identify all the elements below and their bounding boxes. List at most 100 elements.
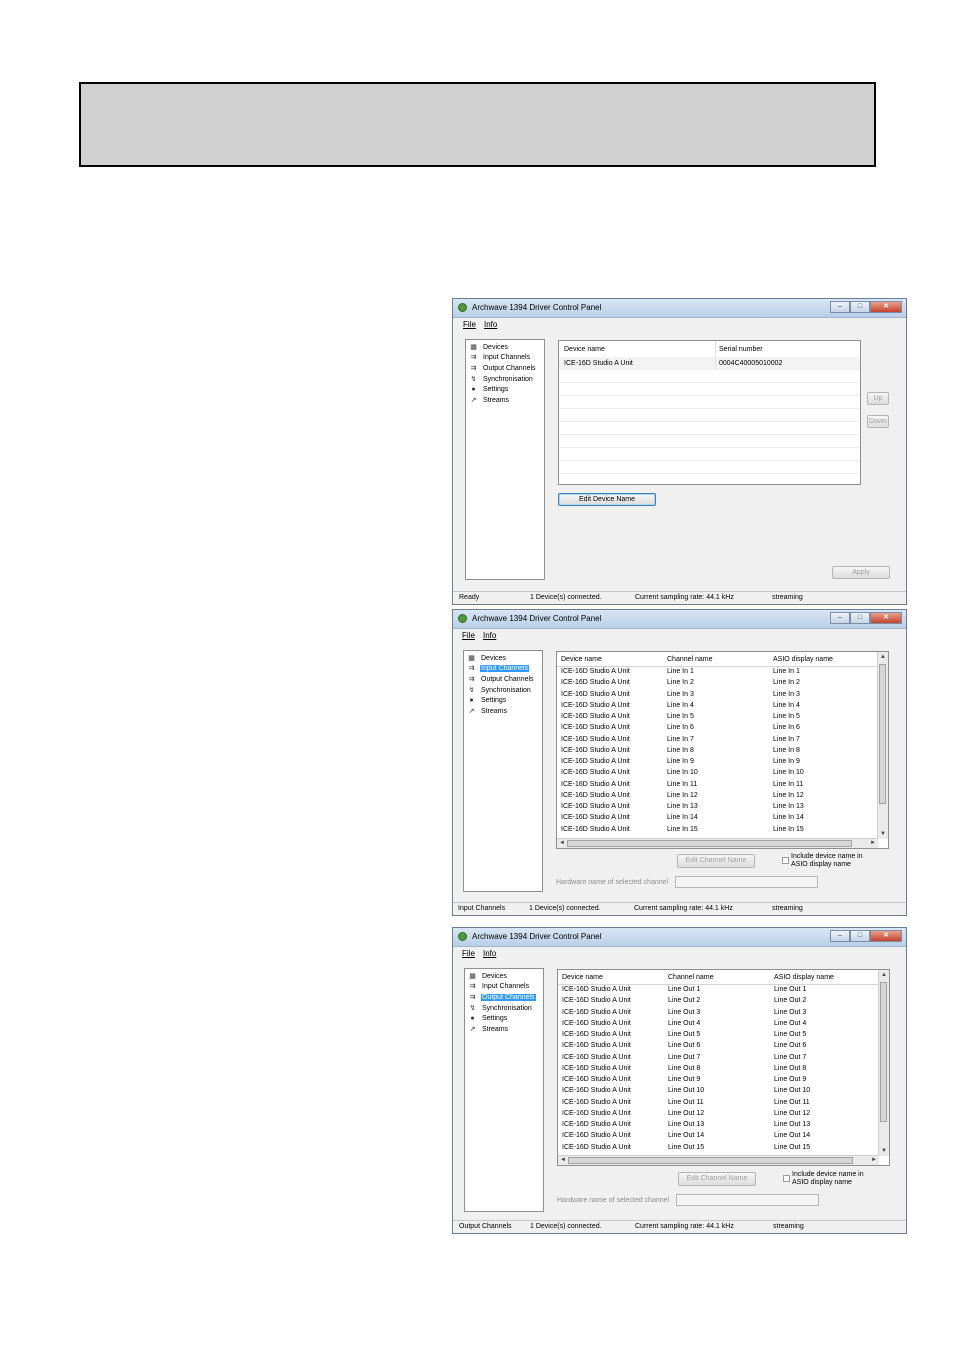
table-row[interactable]: ICE-16D Studio A Unit Line In 14 Line In 1… (557, 813, 879, 824)
table-row[interactable]: ICE-16D Studio A Unit Line Out 12 Line Out… (558, 1109, 880, 1120)
scroll-down-icon[interactable]: ▼ (880, 830, 886, 838)
column-header[interactable]: Device name (562, 974, 603, 981)
scrollbar-thumb[interactable] (880, 982, 887, 1122)
table-row[interactable]: ICE-16D Studio A Unit Line In 7 Line In 7 (557, 735, 879, 746)
table-row[interactable]: ICE-16D Studio A Unit Line In 12 Line In 1… (557, 791, 879, 802)
table-row[interactable]: ICE-16D Studio A Unit Line In 5 Line In 5 (557, 712, 879, 723)
tree-item-synchronisation[interactable]: ↯ Synchronisation (468, 374, 534, 384)
menu-info[interactable]: Info (483, 949, 496, 958)
tree-item-input-channels[interactable]: ⇉ Input Channels (466, 664, 530, 674)
column-header[interactable]: Channel name (668, 974, 714, 981)
menu-file[interactable]: File (463, 320, 476, 329)
hardware-name-field[interactable] (676, 1194, 819, 1206)
hardware-name-field[interactable] (675, 876, 818, 888)
table-row[interactable]: ICE-16D Studio A Unit Line Out 5 Line Out … (558, 1030, 880, 1041)
table-row[interactable]: ICE-16D Studio A Unit Line Out 13 Line Out… (558, 1120, 880, 1131)
horizontal-scrollbar[interactable]: ◄ ► (558, 1155, 879, 1165)
minimize-button[interactable]: ‒ (830, 301, 850, 313)
table-row[interactable]: ICE-16D Studio A Unit Line In 3 Line In 3 (557, 690, 879, 701)
column-header[interactable]: Serial number (719, 346, 763, 353)
table-row[interactable]: ICE-16D Studio A Unit Line Out 7 Line Out … (558, 1053, 880, 1064)
scrollbar-thumb[interactable] (568, 1157, 853, 1164)
table-row[interactable]: ICE-16D Studio A Unit Line In 10 Line In 1… (557, 768, 879, 779)
maximize-button[interactable]: □ (850, 612, 870, 624)
column-header[interactable]: ASIO display name (774, 974, 834, 981)
scroll-up-icon[interactable]: ▲ (881, 971, 887, 979)
tree-item-input-channels[interactable]: ⇉ Input Channels (468, 353, 531, 363)
vertical-scrollbar[interactable]: ▲ ▼ (878, 970, 889, 1156)
tree-item-output-channels[interactable]: ⇉ Output Channels (468, 363, 537, 373)
edit-channel-name-button[interactable]: Edit Channel Name (678, 1172, 756, 1186)
column-header[interactable]: Device name (564, 346, 605, 353)
close-button[interactable]: ✕ (870, 301, 902, 313)
apply-button[interactable]: Apply (832, 566, 890, 579)
table-row[interactable]: ICE-16D Studio A Unit Line Out 2 Line Out … (558, 996, 880, 1007)
table-row[interactable]: ICE-16D Studio A Unit Line In 6 Line In 6 (557, 723, 879, 734)
edit-channel-name-button[interactable]: Edit Channel Name (677, 854, 755, 868)
table-row[interactable]: ICE-16D Studio A Unit Line Out 10 Line Out… (558, 1086, 880, 1097)
include-device-name-checkbox[interactable] (783, 1175, 790, 1182)
tree-item-streams[interactable]: ↗ Streams (466, 707, 508, 717)
up-button[interactable]: Up (867, 392, 889, 405)
table-row[interactable]: ICE-16D Studio A Unit Line Out 15 Line Out… (558, 1143, 880, 1154)
tree-item-synchronisation[interactable]: ↯ Synchronisation (466, 685, 532, 695)
column-header[interactable]: ASIO display name (773, 656, 833, 663)
tree-item-devices[interactable]: ▦ Devices (467, 971, 508, 981)
table-row[interactable]: ICE-16D Studio A Unit Line Out 9 Line Out … (558, 1075, 880, 1086)
maximize-button[interactable]: □ (850, 930, 870, 942)
column-header[interactable]: Device name (561, 656, 602, 663)
table-row[interactable]: ICE-16D Studio A Unit Line In 4 Line In 4 (557, 701, 879, 712)
tree-item-synchronisation[interactable]: ↯ Synchronisation (467, 1003, 533, 1013)
table-row[interactable]: ICE-16D Studio A Unit Line In 11 Line In 1… (557, 780, 879, 791)
table-row[interactable]: ICE-16D Studio A Unit Line In 9 Line In 9 (557, 757, 879, 768)
table-row[interactable]: ICE-16D Studio A Unit Line In 2 Line In 2 (557, 678, 879, 689)
scroll-right-icon[interactable]: ► (870, 839, 876, 847)
tree-item-output-channels[interactable]: ⇉ Output Channels (467, 992, 536, 1002)
scroll-down-icon[interactable]: ▼ (881, 1147, 887, 1155)
table-row[interactable]: ICE-16D Studio A Unit Line In 1 Line In 1 (557, 667, 879, 678)
tree-item-output-channels[interactable]: ⇉ Output Channels (466, 674, 535, 684)
scroll-left-icon[interactable]: ◄ (560, 1156, 566, 1164)
tree-item-streams[interactable]: ↗ Streams (468, 396, 510, 406)
scroll-right-icon[interactable]: ► (871, 1156, 877, 1164)
table-row[interactable]: ICE-16D Studio A Unit Line Out 4 Line Out … (558, 1019, 880, 1030)
app-icon (458, 303, 467, 312)
close-button[interactable]: ✕ (870, 612, 902, 624)
edit-device-name-button[interactable]: Edit Device Name (558, 493, 656, 506)
menu-file[interactable]: File (462, 631, 475, 640)
table-row[interactable]: ICE-16D Studio A Unit Line In 13 Line In 1… (557, 802, 879, 813)
scrollbar-thumb[interactable] (879, 664, 886, 804)
table-row[interactable]: ICE-16D Studio A Unit Line Out 1 Line Out … (558, 985, 880, 996)
menu-info[interactable]: Info (483, 631, 496, 640)
table-row[interactable]: ICE-16D Studio A Unit Line Out 14 Line Out… (558, 1131, 880, 1142)
tree-item-devices[interactable]: ▦ Devices (466, 653, 507, 663)
menu-info[interactable]: Info (484, 320, 497, 329)
horizontal-scrollbar[interactable]: ◄ ► (557, 838, 878, 848)
minimize-button[interactable]: ‒ (830, 930, 850, 942)
scroll-left-icon[interactable]: ◄ (559, 839, 565, 847)
maximize-button[interactable]: □ (850, 301, 870, 313)
tree-item-input-channels[interactable]: ⇉ Input Channels (467, 982, 530, 992)
table-row[interactable]: ICE-16D Studio A Unit Line In 8 Line In 8 (557, 746, 879, 757)
menu-file[interactable]: File (462, 949, 475, 958)
close-button[interactable]: ✕ (870, 930, 902, 942)
tree-item-settings[interactable]: ● Settings (466, 696, 507, 706)
table-row[interactable]: ICE-16D Studio A Unit 0004C40005010002 (559, 357, 860, 370)
table-row[interactable]: ICE-16D Studio A Unit Line Out 6 Line Out … (558, 1041, 880, 1052)
scrollbar-thumb[interactable] (567, 840, 852, 847)
tree-item-streams[interactable]: ↗ Streams (467, 1025, 509, 1035)
tree-item-settings[interactable]: ● Settings (468, 385, 509, 395)
devices-icon: ▦ (470, 343, 477, 351)
tree-item-devices[interactable]: ▦ Devices (468, 342, 509, 352)
table-row[interactable]: ICE-16D Studio A Unit Line Out 3 Line Out … (558, 1008, 880, 1019)
down-button[interactable]: Down (867, 415, 889, 428)
column-header[interactable]: Channel name (667, 656, 713, 663)
vertical-scrollbar[interactable]: ▲ ▼ (877, 652, 888, 839)
table-row[interactable]: ICE-16D Studio A Unit Line Out 11 Line Out… (558, 1098, 880, 1109)
tree-item-settings[interactable]: ● Settings (467, 1014, 508, 1024)
include-device-name-checkbox[interactable] (782, 857, 789, 864)
scroll-up-icon[interactable]: ▲ (880, 653, 886, 661)
table-row[interactable]: ICE-16D Studio A Unit Line In 15 Line In 1… (557, 825, 879, 836)
table-row[interactable]: ICE-16D Studio A Unit Line Out 8 Line Out … (558, 1064, 880, 1075)
minimize-button[interactable]: ‒ (830, 612, 850, 624)
